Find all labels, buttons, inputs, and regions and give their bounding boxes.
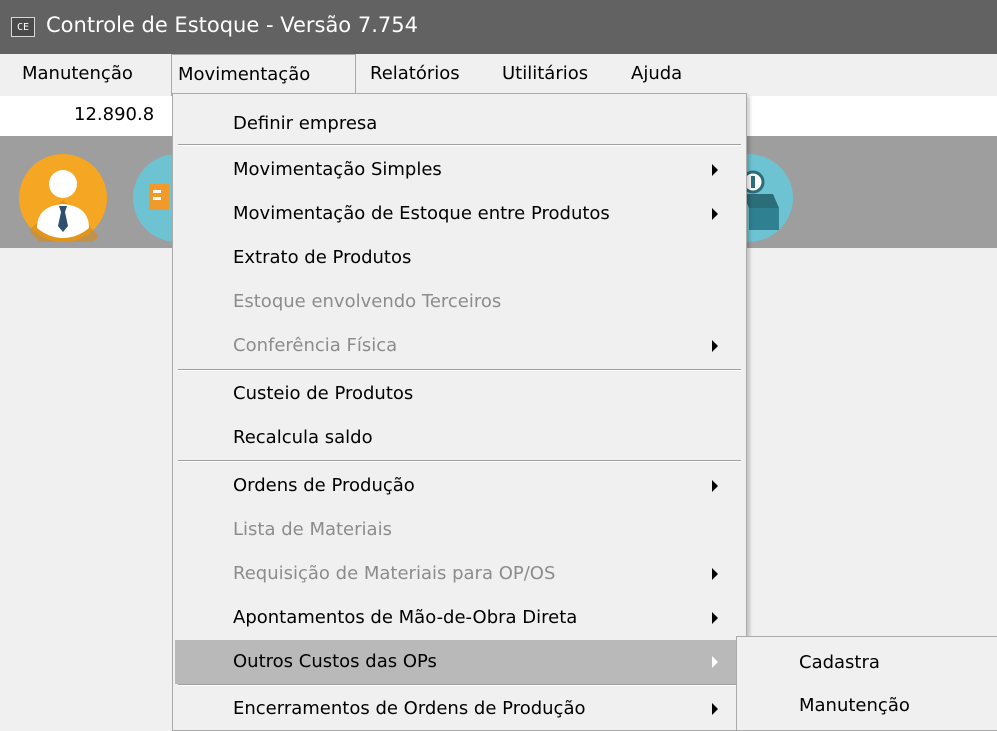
menu-item-ordens-producao[interactable]: Ordens de Produção	[175, 464, 744, 508]
menu-item-label: Lista de Materiais	[233, 519, 392, 540]
menu-item-encerramentos-ordens[interactable]: Encerramentos de Ordens de Produção	[175, 687, 744, 731]
user-person-icon	[29, 170, 99, 251]
menu-item-lista-materiais[interactable]: Lista de Materiais	[175, 508, 744, 552]
menu-item-estoque-terceiros[interactable]: Estoque envolvendo Terceiros	[175, 280, 744, 324]
outros-custos-submenu: Cadastra Manutenção	[736, 636, 997, 731]
menu-item-definir-empresa[interactable]: Definir empresa	[175, 102, 744, 146]
menu-item-label: Recalcula saldo	[233, 427, 373, 448]
menu-item-recalcula-saldo[interactable]: Recalcula saldo	[175, 416, 744, 460]
menu-item-conferencia-fisica[interactable]: Conferência Física	[175, 324, 744, 368]
menu-item-movimentacao-estoque-entre-produtos[interactable]: Movimentação de Estoque entre Produtos	[175, 192, 744, 236]
menu-item-label: Ordens de Produção	[233, 475, 415, 496]
submenu-arrow-icon	[712, 612, 718, 624]
submenu-item-cadastra[interactable]: Cadastra	[739, 641, 994, 685]
menu-utilitarios[interactable]: Utilitários	[496, 54, 594, 94]
submenu-arrow-icon	[712, 656, 718, 668]
title-bar: CE Controle de Estoque - Versão 7.754	[0, 0, 997, 54]
menu-item-label: Encerramentos de Ordens de Produção	[233, 698, 586, 719]
menu-item-apontamentos-mao-de-obra[interactable]: Apontamentos de Mão-de-Obra Direta	[175, 596, 744, 640]
menu-item-outros-custos-ops[interactable]: Outros Custos das OPs	[175, 640, 744, 684]
menu-movimentacao[interactable]: Movimentação	[171, 54, 356, 96]
submenu-arrow-icon	[712, 208, 718, 220]
menu-relatorios[interactable]: Relatórios	[364, 54, 466, 94]
submenu-arrow-icon	[712, 568, 718, 580]
menu-item-movimentacao-simples[interactable]: Movimentação Simples	[175, 148, 744, 192]
menu-item-label: Movimentação de Estoque entre Produtos	[233, 203, 610, 224]
menu-item-custeio-produtos[interactable]: Custeio de Produtos	[175, 372, 744, 416]
app-icon[interactable]: CE	[11, 17, 35, 37]
menu-item-requisicao-materiais[interactable]: Requisição de Materiais para OP/OS	[175, 552, 744, 596]
menu-item-label: Apontamentos de Mão-de-Obra Direta	[233, 607, 578, 628]
submenu-item-label: Cadastra	[799, 652, 880, 673]
menu-item-label: Requisição de Materiais para OP/OS	[233, 563, 556, 584]
submenu-item-manutencao[interactable]: Manutenção	[739, 684, 994, 728]
menu-separator	[178, 369, 741, 371]
menu-separator	[178, 460, 741, 462]
menu-item-label: Estoque envolvendo Terceiros	[233, 291, 502, 312]
movimentacao-dropdown-menu: Definir empresa Movimentação Simples Mov…	[172, 93, 747, 731]
submenu-arrow-icon	[712, 703, 718, 715]
menu-separator	[178, 684, 741, 686]
menu-item-label: Movimentação Simples	[233, 159, 442, 180]
user-button[interactable]	[19, 154, 107, 251]
submenu-arrow-icon	[712, 480, 718, 492]
submenu-item-label: Manutenção	[799, 695, 910, 716]
menu-item-label: Conferência Física	[233, 335, 398, 356]
menu-item-label: Outros Custos das OPs	[233, 651, 437, 672]
menu-separator	[178, 144, 741, 146]
submenu-arrow-icon	[712, 164, 718, 176]
menu-item-extrato-produtos[interactable]: Extrato de Produtos	[175, 236, 744, 280]
menu-ajuda[interactable]: Ajuda	[625, 54, 688, 94]
window-title: Controle de Estoque - Versão 7.754	[46, 13, 418, 37]
menu-item-label: Definir empresa	[233, 113, 378, 134]
menu-bar: Manutenção Movimentação Relatórios Utili…	[0, 54, 997, 96]
submenu-arrow-icon	[712, 340, 718, 352]
menu-item-label: Custeio de Produtos	[233, 383, 414, 404]
menu-item-label: Extrato de Produtos	[233, 247, 412, 268]
menu-manutencao[interactable]: Manutenção	[16, 54, 139, 94]
company-document-value: 12.890.8	[74, 104, 155, 125]
